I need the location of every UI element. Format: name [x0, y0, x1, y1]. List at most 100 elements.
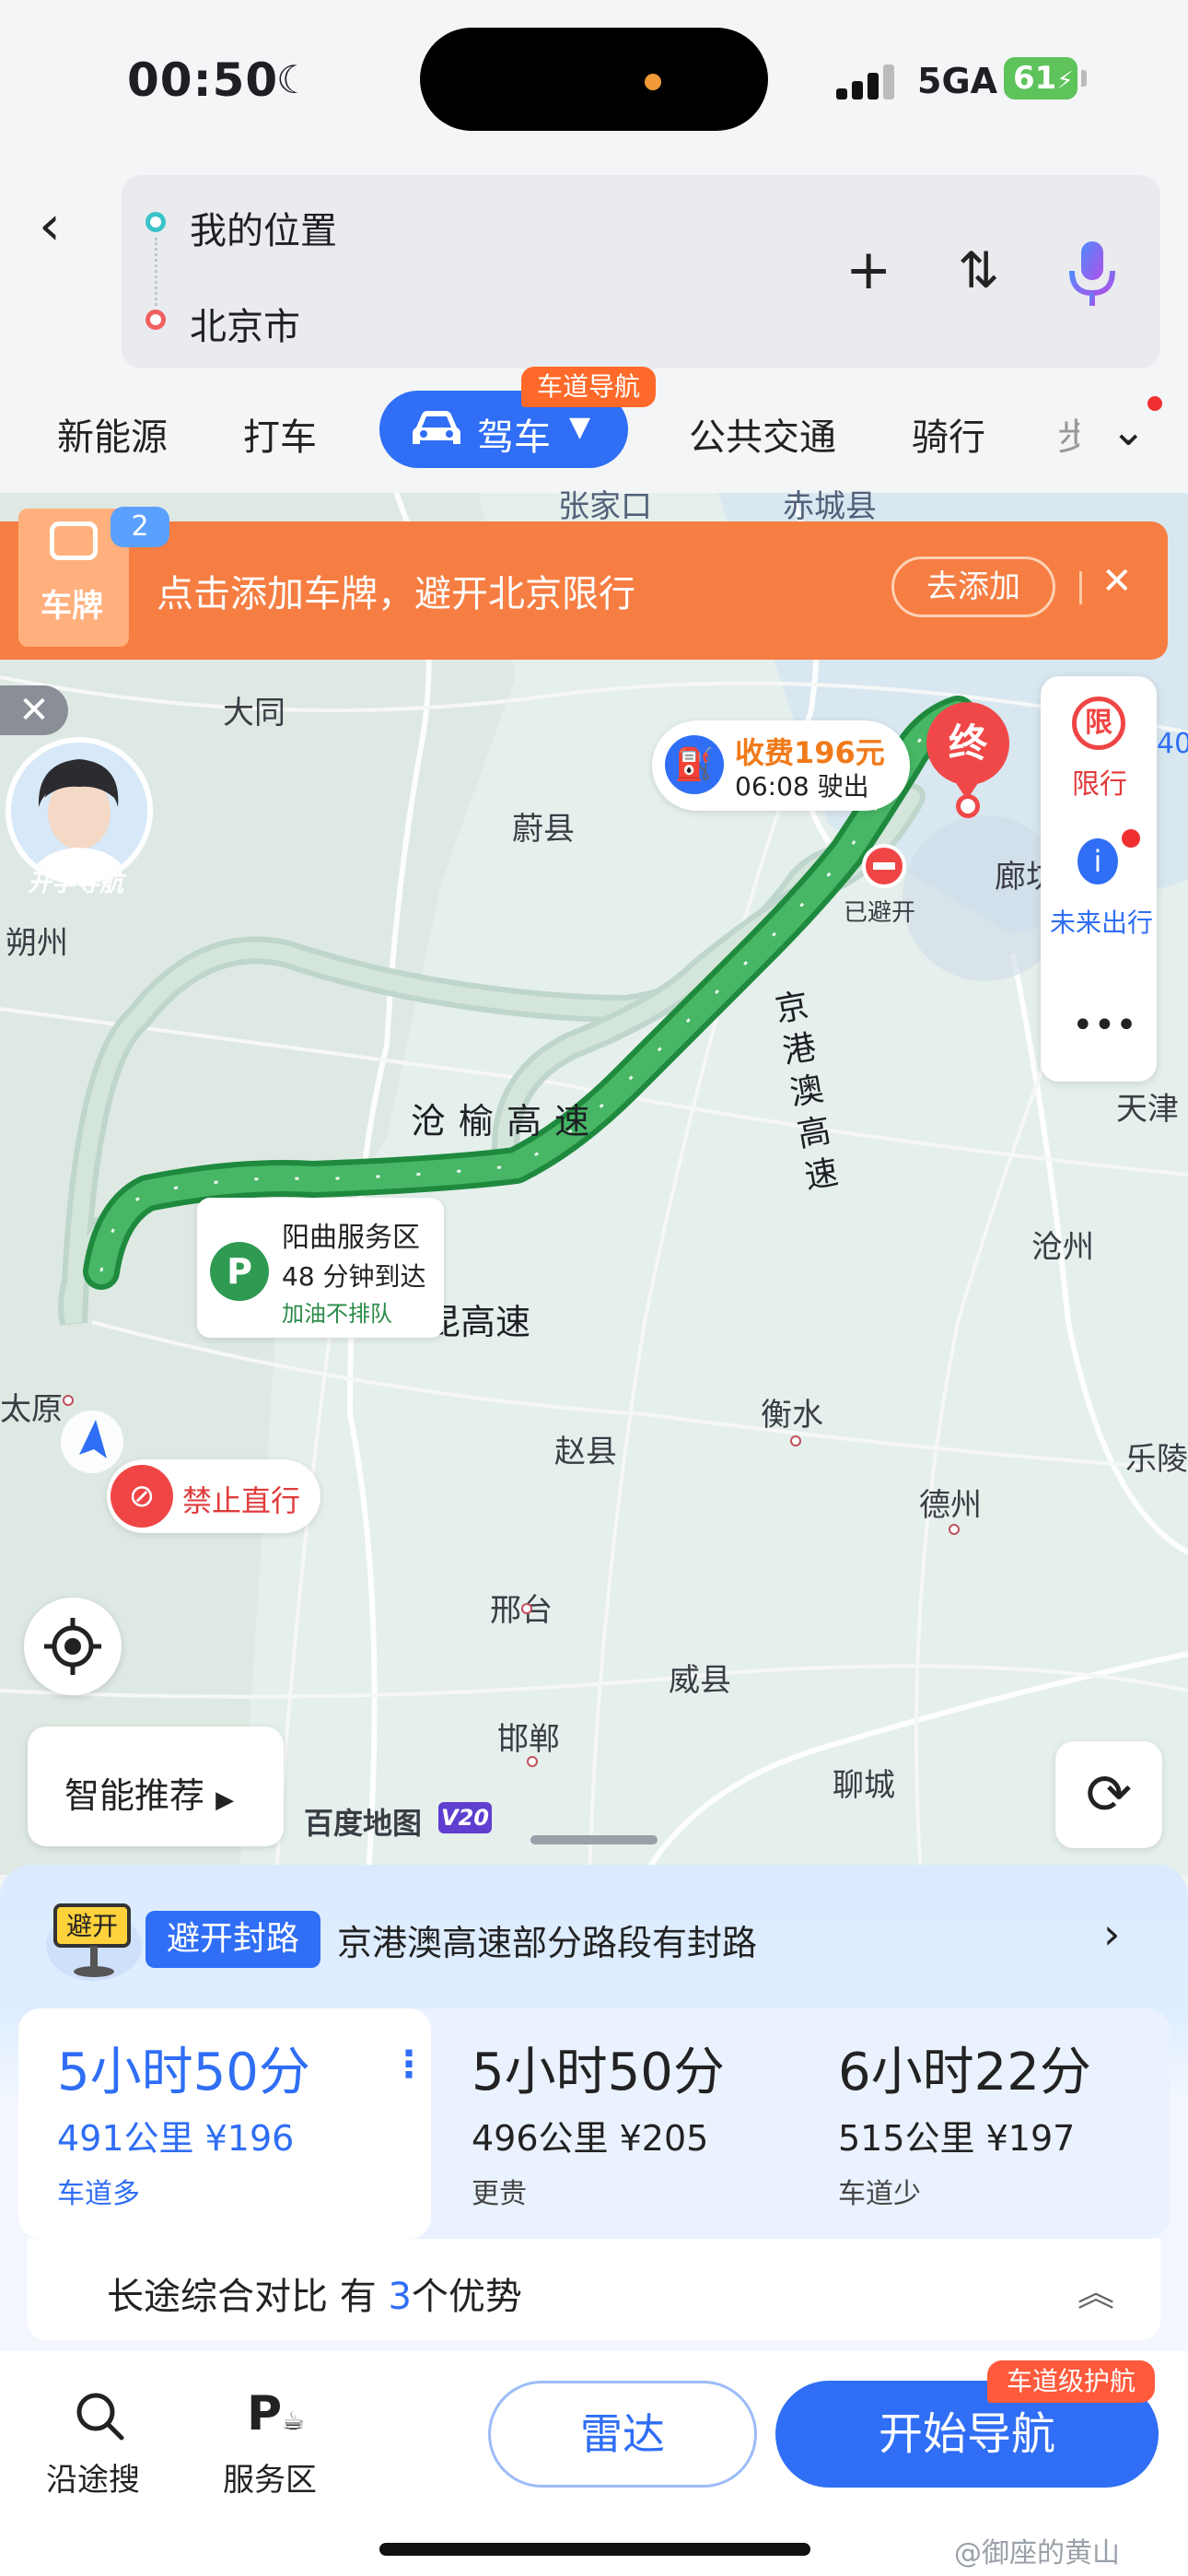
avoid-text[interactable]: 京港澳高速部分路段有封路	[337, 1914, 757, 1965]
service-area-name: 阳曲服务区	[282, 1222, 420, 1254]
chevron-up-icon[interactable]: ︽	[1077, 2263, 1114, 2316]
battery-icon: 61⚡	[1004, 57, 1077, 100]
compare-text[interactable]: 长途综合对比 有 3个优势	[107, 2266, 522, 2320]
city-datong: 大同	[223, 695, 285, 732]
route-option-2-tag[interactable]: 更贵	[472, 2171, 527, 2211]
tab-new-energy[interactable]: 新能源	[57, 407, 168, 461]
city-hengshui: 衡水	[761, 1397, 823, 1434]
roadblock-icon: 避开	[46, 1903, 142, 1981]
tab-walk[interactable]: 步	[1057, 407, 1079, 461]
more-modes-icon[interactable]: ⌄	[1111, 405, 1147, 455]
city-chicheng: 赤城县	[783, 488, 877, 525]
chevron-right-icon[interactable]: ›	[1103, 1909, 1120, 1959]
moon-icon: ☾	[276, 57, 311, 102]
city-marker	[527, 1756, 538, 1767]
sheet-drag-handle[interactable]	[530, 1835, 658, 1844]
city-leling: 乐陵	[1125, 1441, 1188, 1478]
play-icon: ▶	[215, 1786, 235, 1814]
city-tianjin: 天津	[1116, 1091, 1179, 1128]
search-icon[interactable]	[74, 2390, 125, 2441]
compare-prefix: 长途综合对比 有	[107, 2276, 377, 2318]
city-zhangjiakou: 张家口	[558, 488, 652, 525]
roadblock-text: 避开	[66, 1911, 118, 1941]
tab-taxi[interactable]: 打车	[243, 407, 317, 461]
city-dezhou: 德州	[919, 1487, 982, 1524]
city-marker	[790, 1435, 801, 1446]
route-option-2-time[interactable]: 5小时50分	[472, 2031, 725, 2105]
future-travel-label[interactable]: 未来出行	[1050, 903, 1153, 940]
start-input[interactable]: 我的位置	[190, 201, 337, 254]
add-plate-button[interactable]: 去添加	[891, 556, 1055, 617]
route-option-3-tag[interactable]: 车道少	[838, 2171, 921, 2211]
route-option-1-time[interactable]: 5小时50分	[57, 2031, 310, 2105]
close-avatar-icon[interactable]: ✕	[0, 685, 68, 735]
destination-pin-base	[956, 794, 980, 818]
city-yuxian: 蔚县	[512, 811, 575, 848]
city-handan: 邯郸	[497, 1721, 560, 1758]
lane-guard-badge: 车道级护航	[987, 2360, 1155, 2403]
baidu-map-logo: 百度地图	[304, 1806, 423, 1841]
start-point-icon	[146, 212, 166, 232]
route-option-3-info[interactable]: 515公里 ¥197	[838, 2110, 1075, 2160]
notification-dot	[1122, 829, 1140, 848]
city-liaocheng: 聊城	[833, 1767, 895, 1804]
restriction-label[interactable]: 限行	[1072, 761, 1127, 802]
signal-icon	[836, 63, 897, 100]
baidu-map-version: V20	[438, 1802, 492, 1833]
city-zhaoxian: 赵县	[554, 1434, 617, 1470]
lane-nav-badge: 车道导航	[521, 367, 656, 407]
toll-icon: ⛽	[665, 735, 724, 794]
chat-icon	[50, 521, 98, 560]
refresh-icon[interactable]: ⟳	[1055, 1741, 1162, 1848]
route-option-1-tag[interactable]: 车道多	[57, 2171, 140, 2211]
close-icon[interactable]: ✕	[1101, 560, 1133, 603]
end-input[interactable]: 北京市	[190, 297, 300, 350]
end-point-icon	[146, 310, 166, 330]
plate-banner-text: 点击添加车牌，避开北京限行	[157, 573, 635, 615]
no-straight-label: 禁止直行	[182, 1483, 301, 1518]
clock-icon[interactable]: i	[1077, 838, 1118, 884]
service-area-icon[interactable]: P☕	[247, 2386, 305, 2441]
divider	[1079, 571, 1082, 604]
back-icon[interactable]: ‹	[39, 193, 61, 258]
locate-button[interactable]	[24, 1598, 122, 1695]
radar-button[interactable]: 雷达	[488, 2381, 757, 2488]
battery-level: 61	[1013, 60, 1057, 97]
smart-recommend-button[interactable]: 智能推荐 ▶	[28, 1727, 284, 1846]
parking-icon: P	[210, 1242, 269, 1301]
plate-count-badge: 2	[111, 507, 169, 547]
avatar[interactable]	[6, 737, 153, 884]
home-indicator[interactable]	[379, 2543, 810, 2556]
route-connector	[155, 238, 157, 306]
status-time: 00:50	[127, 53, 279, 107]
smart-recommend-label: 智能推荐	[64, 1775, 205, 1816]
plate-icon-label: 车牌	[41, 588, 103, 625]
city-marker	[521, 1603, 532, 1614]
avatar-label: 开学导航	[28, 870, 124, 897]
restriction-icon[interactable]: 限	[1072, 697, 1125, 750]
route-option-2-info[interactable]: 496公里 ¥205	[472, 2110, 708, 2160]
map-canvas[interactable]	[0, 493, 1188, 1875]
tab-drive-label: 驾车	[477, 416, 551, 459]
route-option-1-info[interactable]: 491公里 ¥196	[57, 2110, 294, 2160]
more-icon[interactable]: •••	[1072, 1004, 1137, 1047]
add-waypoint-icon[interactable]: +	[845, 238, 891, 302]
notification-dot	[1147, 396, 1162, 411]
service-area-label[interactable]: 服务区	[223, 2454, 317, 2500]
microphone-icon[interactable]	[1065, 238, 1120, 311]
swap-icon[interactable]: ⇅	[958, 241, 999, 299]
city-cangzhou: 沧州	[1031, 1229, 1094, 1266]
tab-transit[interactable]: 公共交通	[689, 407, 836, 461]
no-straight-icon: ⊘	[111, 1465, 173, 1528]
compare-suffix: 个优势	[411, 2276, 522, 2318]
more-vertical-icon[interactable]: ⋮	[390, 2043, 427, 2086]
avoid-tag: 避开封路	[146, 1911, 320, 1968]
avoided-label: 已避开	[844, 899, 916, 927]
city-taiyuan: 太原	[0, 1391, 63, 1428]
search-along-label[interactable]: 沿途搜	[46, 2454, 140, 2500]
route-option-3-time[interactable]: 6小时22分	[838, 2031, 1091, 2105]
tab-cycling[interactable]: 骑行	[912, 407, 985, 461]
privacy-indicator-icon	[645, 74, 661, 90]
city-marker	[949, 1524, 960, 1535]
city-marker	[63, 1395, 74, 1406]
